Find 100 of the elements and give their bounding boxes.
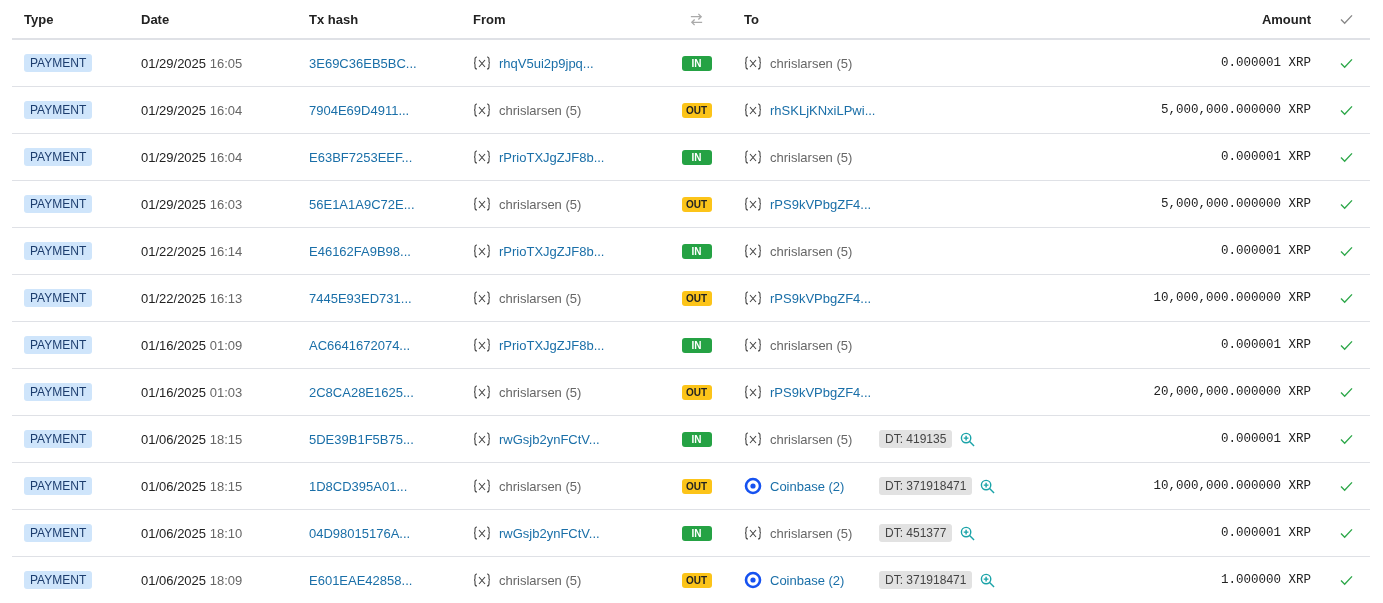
amount-text: 1.000000 XRP [1221,573,1311,587]
direction-badge: IN [681,337,712,353]
amount-text: 5,000,000.000000 XRP [1160,197,1311,211]
hash-link[interactable]: 56E1A1A9C72E... [309,196,415,212]
hash-link[interactable]: 3E69C36EB5BC... [309,55,417,71]
swap-arrows-icon [689,11,704,27]
column-header: From [473,11,506,27]
hash-link[interactable]: 7904E69D4911... [309,102,410,118]
date-time: 01/29/2025 16:03 [141,196,243,212]
destination-tag: DT: 419135 [879,430,953,448]
zoom-in-icon[interactable] [960,431,976,447]
type-badge: PAYMENT [24,54,93,72]
account-link[interactable]: rPrioTXJgZJF8b... [499,337,605,353]
date-time: 01/16/2025 01:03 [141,384,243,400]
direction-badge: OUT [681,102,712,118]
account-name: chrislarsen (5) [499,196,582,212]
account-link[interactable]: Coinbase (2) [770,478,845,494]
account-name: chrislarsen (5) [499,572,582,588]
date-time: 01/29/2025 16:04 [141,149,243,165]
type-badge: PAYMENT [24,242,93,260]
account-link[interactable]: rhSKLjKNxiLPwi... [770,102,876,118]
braces-x-icon [473,197,491,211]
hash-link[interactable]: AC6641672074... [309,337,411,353]
amount-text: 10,000,000.000000 XRP [1153,479,1311,493]
account-name: chrislarsen (5) [770,55,853,71]
braces-x-icon [473,385,491,399]
zoom-in-icon[interactable] [980,572,996,588]
account-link[interactable]: rwGsjb2ynFCtV... [499,431,600,447]
account-name: chrislarsen (5) [499,102,582,118]
type-badge: PAYMENT [24,336,93,354]
braces-x-icon [473,432,491,446]
hash-link[interactable]: 1D8CD395A01... [309,478,408,494]
direction-badge: OUT [681,290,712,306]
account-link[interactable]: rPrioTXJgZJF8b... [499,149,605,165]
braces-x-icon [744,197,762,211]
type-badge: PAYMENT [24,571,93,589]
braces-x-icon [473,56,491,70]
amount-text: 0.000001 XRP [1221,150,1311,164]
date-time: 01/29/2025 16:04 [141,102,243,118]
direction-badge: IN [681,149,712,165]
braces-x-icon [744,150,762,164]
amount-text: 0.000001 XRP [1221,526,1311,540]
column-header: Tx hash [309,11,359,27]
braces-x-icon [744,338,762,352]
account-link[interactable]: Coinbase (2) [770,572,845,588]
account-link[interactable]: rhqV5ui2p9jpq... [499,55,594,71]
direction-badge: OUT [681,572,712,588]
destination-tag: DT: 451377 [879,524,953,542]
braces-x-icon [473,338,491,352]
ring-icon [744,571,762,589]
account-name: chrislarsen (5) [499,290,582,306]
braces-x-icon [744,385,762,399]
braces-x-icon [473,291,491,305]
destination-tag: DT: 371918471 [879,571,973,589]
ring-icon [744,477,762,495]
account-link[interactable]: rPS9kVPbgZF4... [770,290,872,306]
account-name: chrislarsen (5) [499,478,582,494]
zoom-in-icon[interactable] [960,525,976,541]
braces-x-icon [473,244,491,258]
check-icon [1340,13,1353,25]
column-header: Type [24,11,54,27]
date-time: 01/06/2025 18:15 [141,431,243,447]
braces-x-icon [473,526,491,540]
amount-text: 0.000001 XRP [1221,244,1311,258]
amount-text: 20,000,000.000000 XRP [1153,385,1311,399]
type-badge: PAYMENT [24,101,93,119]
column-header: Date [141,11,170,27]
direction-badge: IN [681,431,712,447]
direction-badge: IN [681,55,712,71]
date-time: 01/29/2025 16:05 [141,55,243,71]
account-name: chrislarsen (5) [770,149,853,165]
braces-x-icon [473,479,491,493]
column-header: To [744,11,759,27]
hash-link[interactable]: E601EAE42858... [309,572,413,588]
amount-text: 10,000,000.000000 XRP [1153,291,1311,305]
direction-badge: OUT [681,384,712,400]
account-name: chrislarsen (5) [770,431,853,447]
type-badge: PAYMENT [24,383,93,401]
direction-badge: OUT [681,478,712,494]
braces-x-icon [473,103,491,117]
zoom-in-icon[interactable] [980,478,996,494]
account-link[interactable]: rwGsjb2ynFCtV... [499,525,600,541]
hash-link[interactable]: 7445E93ED731... [309,290,412,306]
direction-badge: IN [681,243,712,259]
hash-link[interactable]: 5DE39B1F5B75... [309,431,414,447]
date-time: 01/16/2025 01:09 [141,337,243,353]
account-link[interactable]: rPrioTXJgZJF8b... [499,243,605,259]
account-link[interactable]: rPS9kVPbgZF4... [770,196,872,212]
date-time: 01/22/2025 16:14 [141,243,243,259]
hash-link[interactable]: 2C8CA28E1625... [309,384,414,400]
hash-link[interactable]: 04D98015176A... [309,525,411,541]
account-link[interactable]: rPS9kVPbgZF4... [770,384,872,400]
destination-tag: DT: 371918471 [879,477,973,495]
hash-link[interactable]: E63BF7253EEF... [309,149,413,165]
hash-link[interactable]: E46162FA9B98... [309,243,411,259]
date-time: 01/06/2025 18:15 [141,478,243,494]
amount-text: 0.000001 XRP [1221,338,1311,352]
amount-text: 5,000,000.000000 XRP [1160,103,1311,117]
amount-text: 0.000001 XRP [1221,56,1311,70]
braces-x-icon [473,573,491,587]
